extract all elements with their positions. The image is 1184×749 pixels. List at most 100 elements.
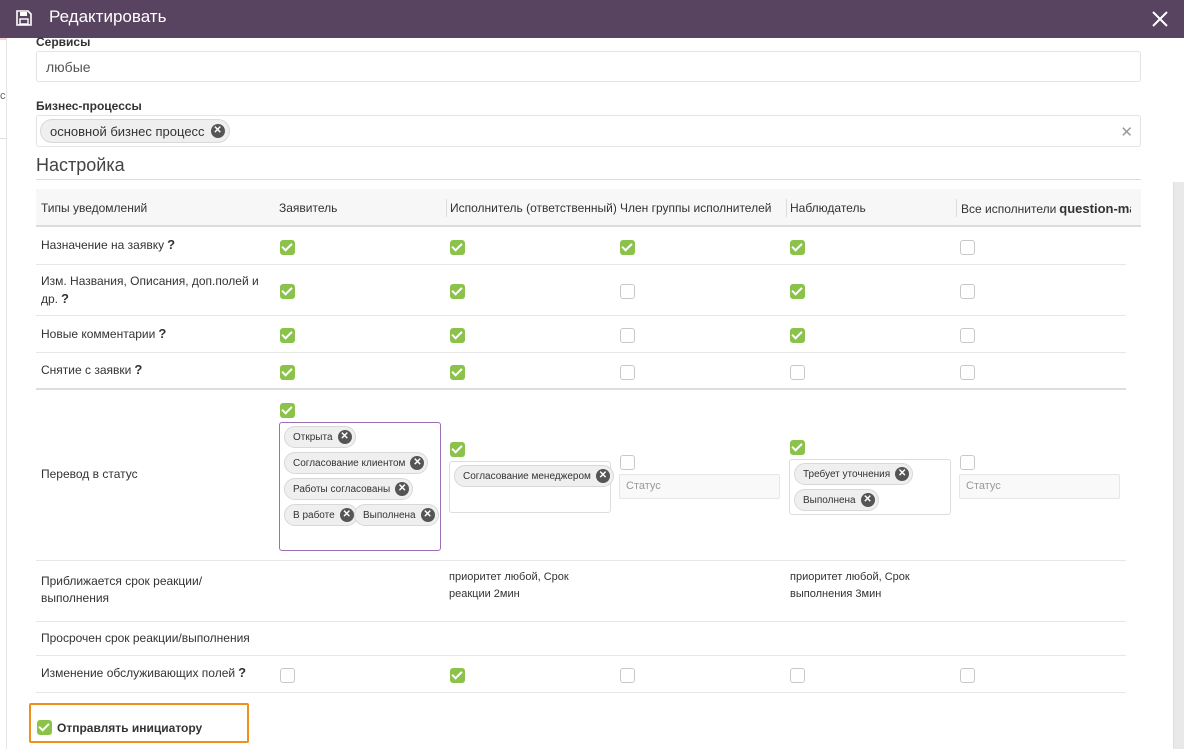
status-tag: Согласование менеджером ✕ [454,465,614,487]
checkbox-observer[interactable] [790,365,805,380]
status-tag: Открыта ✕ [284,426,356,448]
row-label-text: Снятие с заявки [41,363,132,377]
section-divider [36,179,1141,180]
checkbox-all-executors[interactable] [960,328,975,343]
circle-x-icon[interactable]: ✕ [337,430,352,444]
checkbox-observer[interactable] [790,240,805,255]
status-tag-label: Выполнена [363,509,416,521]
close-icon[interactable] [1148,7,1172,31]
checkbox-applicant[interactable] [280,365,295,380]
send-initiator-option[interactable]: Отправлять инициатору [29,703,249,743]
circle-x-icon[interactable]: ✕ [410,456,425,470]
checkbox-applicant[interactable] [280,284,295,299]
services-value: любые [46,59,91,75]
business-process-tag-label: основной бизнес процесс [50,123,205,139]
background-panel: с [0,38,7,749]
checkbox-group-member[interactable] [620,455,635,470]
checkbox-applicant[interactable] [280,668,295,683]
question-mark-icon[interactable]: ? [167,237,175,252]
question-mark-icon[interactable]: ? [61,291,69,306]
checkbox-executor[interactable] [450,442,465,457]
status-placeholder: Статус [626,480,661,492]
executor-status-select[interactable]: Согласование менеджером ✕ [449,461,614,513]
vertical-scrollbar[interactable] [1173,182,1184,749]
send-initiator-label: Отправлять инициатору [57,721,203,735]
status-tag: Требует уточнения ✕ [794,463,914,485]
question-mark-icon[interactable]: ? [134,362,142,377]
checkbox-group-member[interactable] [620,240,635,255]
checkbox-executor[interactable] [450,328,465,343]
checkbox-observer[interactable] [790,284,805,299]
column-header-all-executors-label: Все исполнители [961,202,1057,216]
status-tag-label: Работы согласованы [293,483,391,495]
send-initiator-checkbox[interactable] [37,720,52,735]
business-processes-field[interactable]: основной бизнес процесс ✕ ✕ [36,115,1141,147]
business-process-tag: основной бизнес процесс ✕ [40,119,230,143]
services-field[interactable]: любые [36,51,1141,82]
checkbox-group-member[interactable] [620,365,635,380]
circle-x-icon[interactable]: ✕ [595,469,610,483]
checkbox-applicant[interactable] [280,240,295,255]
table-row: Изм. Названия, Описания, доп.полей и др.… [36,265,1126,316]
background-divider [0,138,7,139]
checkbox-all-executors[interactable] [960,365,975,380]
circle-x-icon[interactable]: ✕ [860,493,875,507]
checkbox-executor[interactable] [450,284,465,299]
circle-x-icon[interactable]: ✕ [395,482,410,496]
row-label: Снятие с заявки? [41,361,142,379]
table-header: Типы уведомлений Заявитель Исполнитель (… [36,189,1141,227]
question-mark-icon[interactable]: ? [238,665,246,680]
circle-x-icon[interactable]: ✕ [339,508,354,522]
row-label-text: Назначение на заявку [41,238,165,252]
checkbox-group-member[interactable] [620,284,635,299]
all-executors-status-input[interactable]: Статус [959,474,1120,499]
status-tag: Работы согласованы ✕ [284,478,414,500]
question-mark-icon[interactable]: question-mark-icon [1059,201,1131,216]
checkbox-all-executors[interactable] [960,455,975,470]
circle-x-icon[interactable]: ✕ [210,124,225,138]
column-separator [786,199,787,217]
column-header-group-member: Член группы исполнителей [620,201,772,215]
status-tag: В работе ✕ [284,504,358,526]
row-label: Новые комментарии? [41,325,166,343]
applicant-status-select[interactable]: Открыта ✕ Согласование клиентом ✕ Работы с… [279,422,441,551]
checkbox-executor[interactable] [450,365,465,380]
clear-icon[interactable]: ✕ [1120,123,1133,141]
status-tag: Выполнена ✕ [354,504,439,526]
observer-status-select[interactable]: Требует уточнения ✕ Выполнена ✕ [789,459,951,515]
checkbox-applicant[interactable] [280,328,295,343]
services-label: Сервисы [36,35,91,49]
business-processes-label: Бизнес-процессы [36,99,142,113]
status-tag: Выполнена ✕ [794,489,879,511]
circle-x-icon[interactable]: ✕ [895,467,910,481]
checkbox-group-member[interactable] [620,328,635,343]
row-label: Приближается срок реакции/ выполнения [41,574,203,605]
question-mark-icon[interactable]: ? [158,326,166,341]
circle-x-icon[interactable]: ✕ [420,508,435,522]
background-text-fragment: с [0,90,6,102]
table-row: Просрочен срок реакции/выполнения [36,622,1126,656]
checkbox-observer[interactable] [790,440,805,455]
group-status-input[interactable]: Статус [619,474,780,499]
checkbox-all-executors[interactable] [960,240,975,255]
checkbox-all-executors[interactable] [960,668,975,683]
row-label: Изм. Названия, Описания, доп.полей и др.… [41,273,271,308]
dialog-title: Редактировать [49,7,167,26]
checkbox-executor[interactable] [450,668,465,683]
row-label: Назначение на заявку? [41,236,175,254]
row-label: Изменение обслуживающих полей? [41,664,246,682]
column-header-applicant: Заявитель [279,201,338,215]
checkbox-applicant[interactable] [280,403,295,418]
checkbox-executor[interactable] [450,240,465,255]
table-row-status: Перевод в статус Открыта ✕ Согласование к… [36,391,1126,561]
table-row: Новые комментарии? [36,316,1126,353]
checkbox-observer[interactable] [790,668,805,683]
column-header-types: Типы уведомлений [41,201,148,215]
checkbox-all-executors[interactable] [960,284,975,299]
row-label-text: Новые комментарии [41,327,156,341]
column-header-executor: Исполнитель (ответственный) [450,201,616,215]
table-row: Снятие с заявки? [36,353,1126,390]
row-label-text: Изм. Названия, Описания, доп.полей и др. [41,274,259,306]
checkbox-observer[interactable] [790,328,805,343]
checkbox-group-member[interactable] [620,668,635,683]
